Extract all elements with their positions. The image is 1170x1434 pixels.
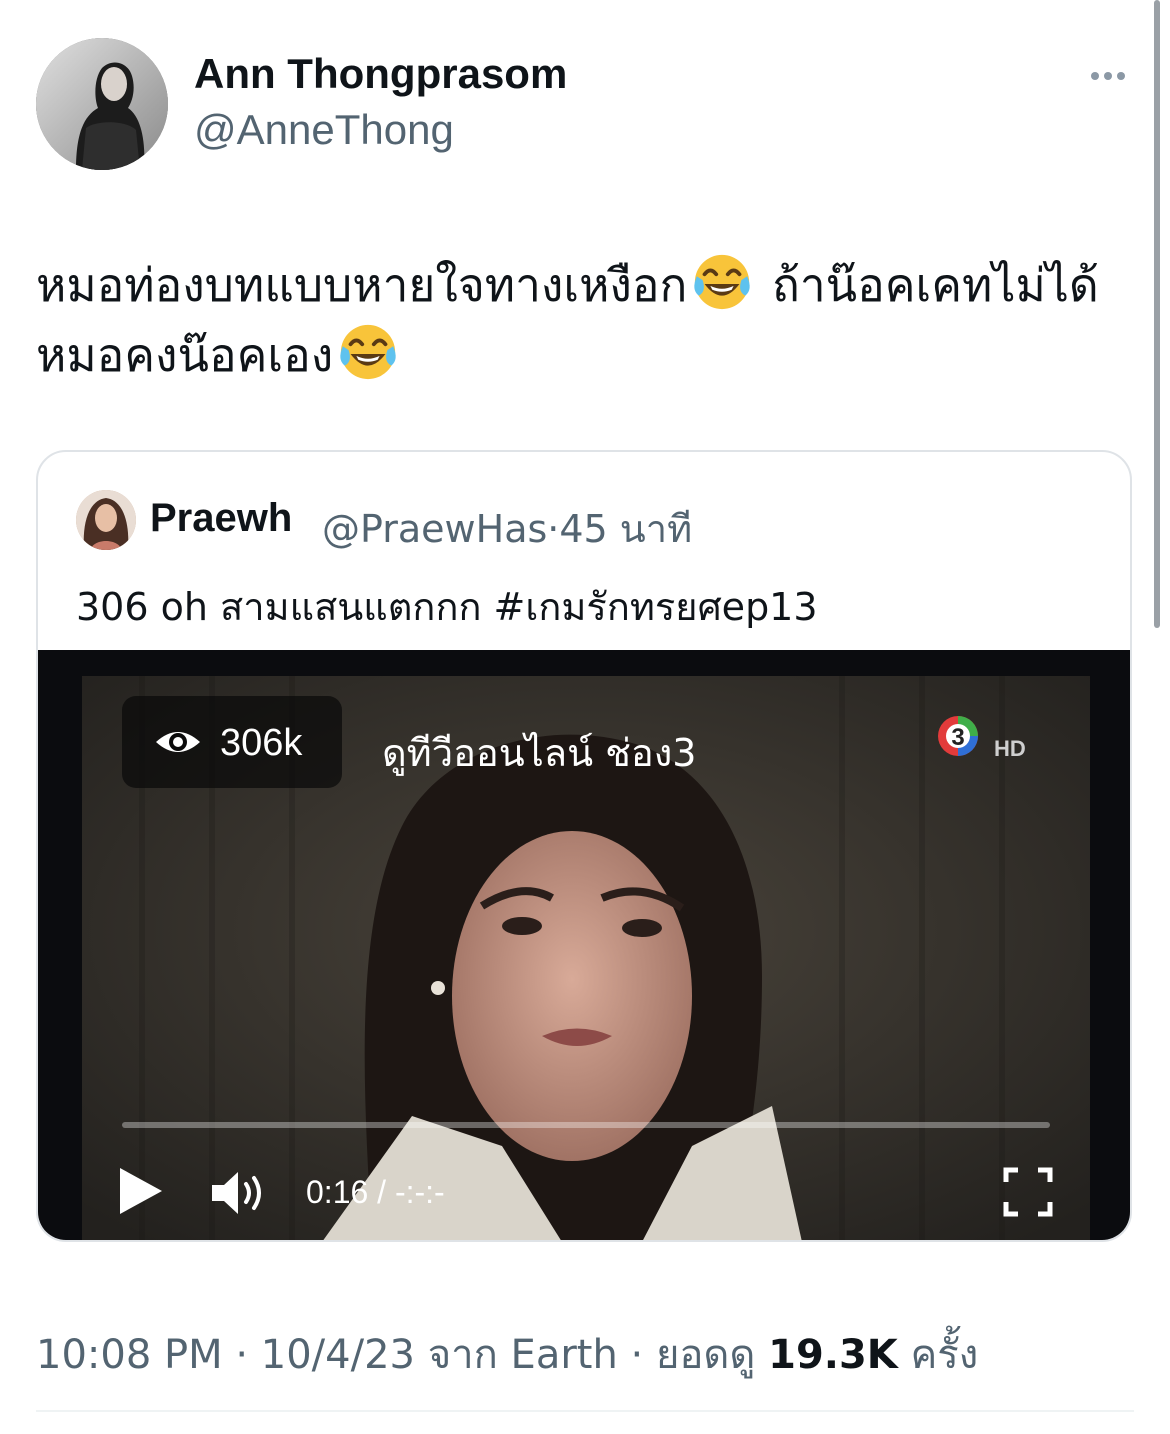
footer-views-label: ยอดดู: [655, 1332, 756, 1378]
video-time: 0:16 / -:-:-: [306, 1174, 445, 1210]
footer-separator: ·: [235, 1332, 249, 1378]
channel-logo-number: 3: [951, 724, 964, 751]
quoted-display-name[interactable]: Praewh: [150, 496, 292, 541]
quoted-time-ago[interactable]: 45 นาที: [559, 507, 692, 551]
video-source-text: ดูทีวีออนไลน์ ช่อง3: [382, 731, 697, 775]
quoted-avatar-image: [76, 490, 136, 550]
volume-icon[interactable]: [210, 1168, 272, 1218]
divider: [36, 1410, 1134, 1412]
tweet-source[interactable]: Earth: [511, 1332, 618, 1378]
tweet-text: หมอท่องบทแบบหายใจทางเหงือก ถ้าน๊อคเคทไม่…: [36, 250, 1126, 390]
tweet-date[interactable]: 10/4/23: [261, 1332, 415, 1378]
more-options-button[interactable]: [1080, 60, 1136, 92]
channel-hd-badge: HD: [994, 736, 1026, 761]
author-avatar-image: [36, 38, 168, 170]
views-count: 306k: [220, 722, 303, 764]
quoted-handle[interactable]: @PraewHas: [322, 507, 547, 551]
footer-from-label: จาก: [427, 1332, 498, 1378]
video-player[interactable]: 306k ดูทีวีออนไลน์ ช่อง3 3 HD 0:16 / -:-…: [38, 650, 1130, 1240]
quoted-meta: @PraewHas·45 นาที: [322, 498, 692, 559]
video-progress-bar[interactable]: [122, 1122, 1050, 1128]
play-icon[interactable]: [116, 1164, 166, 1218]
eye-icon: [156, 732, 200, 752]
footer-separator: ·: [630, 1332, 644, 1378]
tweet-footer-meta: 10:08 PM · 10/4/23 จาก Earth · ยอดดู 19.…: [36, 1322, 978, 1386]
face-with-tears-of-joy-icon: [340, 324, 396, 380]
quoted-tweet-text: 306 oh สามแสนแตกกก #เกมรักทรยศep13: [76, 585, 818, 629]
author-avatar[interactable]: [36, 38, 168, 170]
channel3-logo-icon: 3 HD: [938, 716, 1026, 761]
meta-separator: ·: [547, 507, 560, 551]
quoted-author-avatar[interactable]: [76, 490, 136, 550]
author-handle[interactable]: @AnneThong: [194, 106, 454, 154]
more-dots-icon: [1091, 72, 1099, 80]
footer-views-count[interactable]: 19.3K: [768, 1332, 898, 1378]
footer-views-unit: ครั้ง: [910, 1332, 979, 1378]
tweet-text-part1: หมอท่องบทแบบหายใจทางเหงือก: [36, 258, 688, 312]
author-display-name[interactable]: Ann Thongprasom: [194, 50, 567, 98]
tweet-time[interactable]: 10:08 PM: [36, 1332, 223, 1378]
scrollbar[interactable]: [1154, 0, 1160, 628]
face-with-tears-of-joy-icon: [694, 254, 751, 310]
quoted-tweet-card[interactable]: Praewh @PraewHas·45 นาที 306 oh สามแสนแต…: [36, 450, 1132, 1242]
fullscreen-icon[interactable]: [1002, 1166, 1054, 1218]
